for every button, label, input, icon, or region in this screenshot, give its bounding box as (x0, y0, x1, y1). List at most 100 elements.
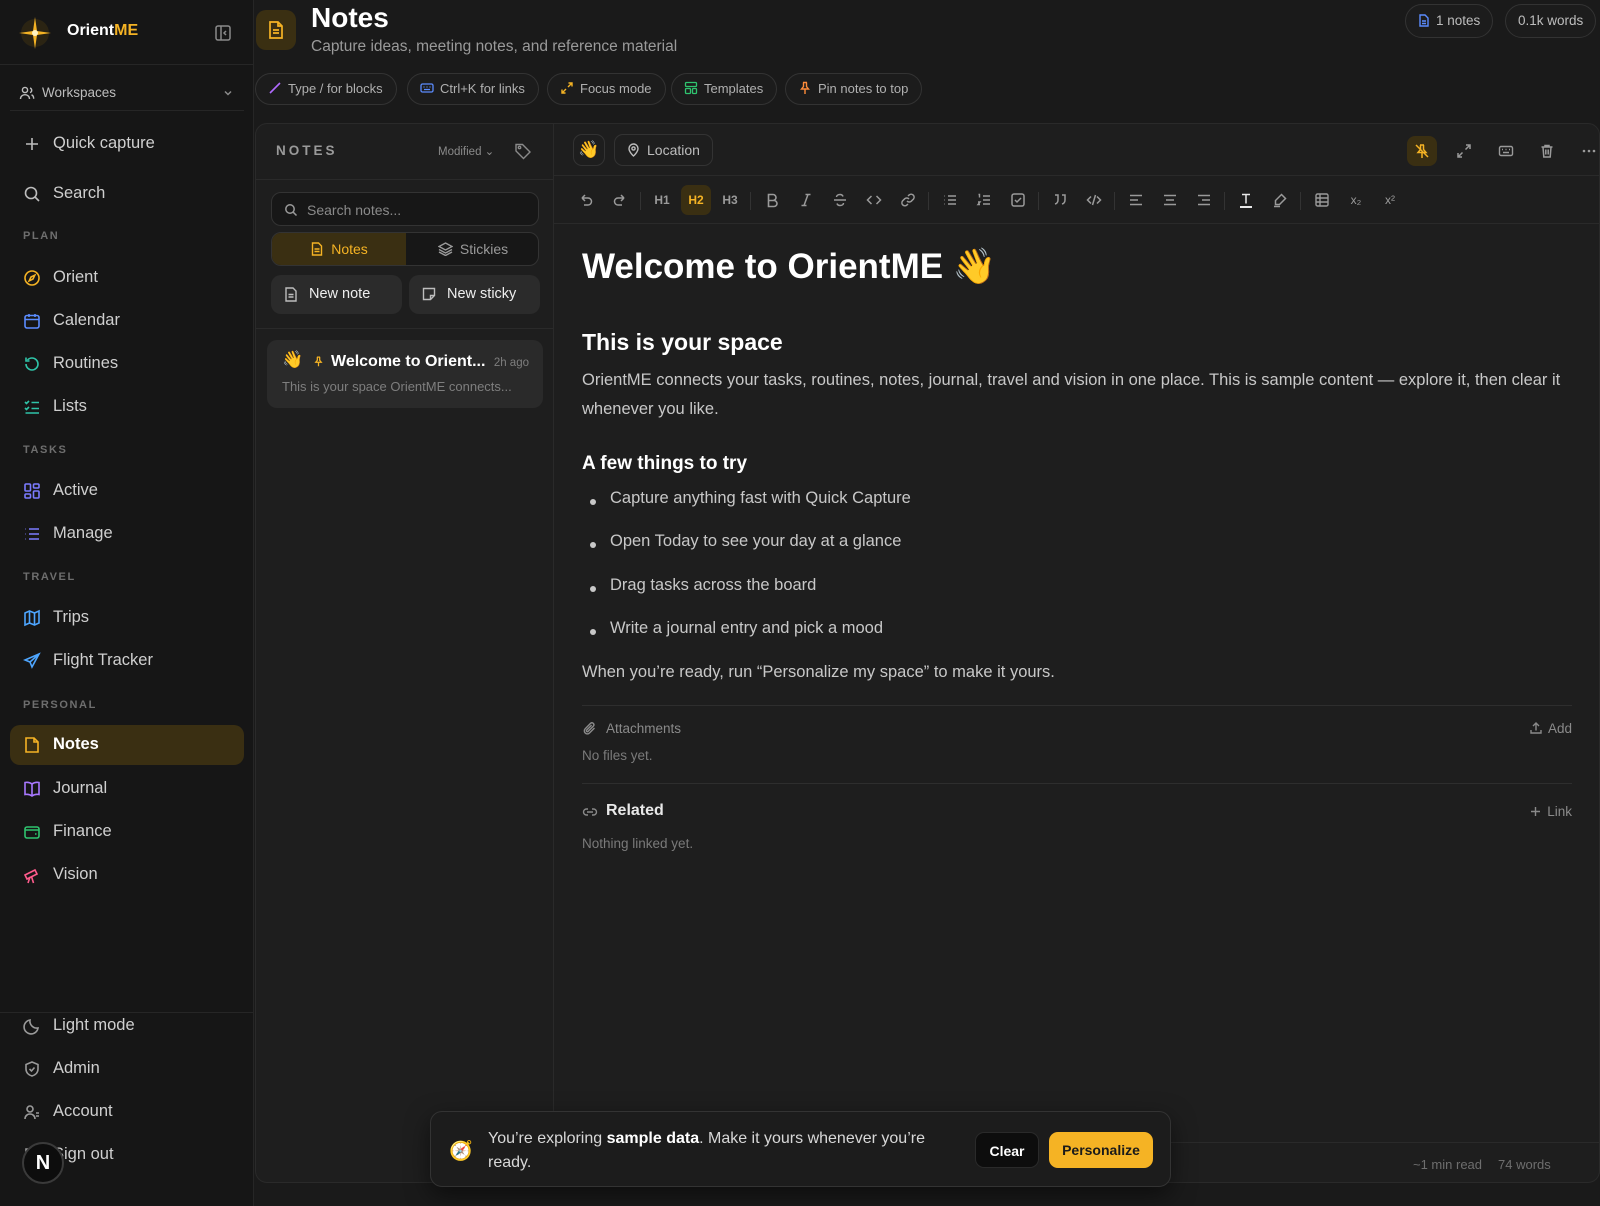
link-button[interactable] (893, 185, 923, 215)
table-button[interactable] (1307, 185, 1337, 215)
bullet-list-button[interactable] (935, 185, 965, 215)
compass-icon: 🧭 (449, 1141, 473, 1162)
add-attachment-button[interactable]: Add (1529, 721, 1572, 736)
sidebar-item-finance[interactable]: Finance (10, 812, 244, 852)
tip-pin-notes[interactable]: Pin notes to top (785, 73, 923, 105)
bold-button[interactable] (757, 185, 787, 215)
toolbar-separator (1224, 192, 1225, 210)
book-icon (24, 781, 40, 797)
section-label-personal: PERSONAL (23, 699, 97, 711)
quote-icon (1054, 194, 1066, 205)
sidebar-item-flight-tracker[interactable]: Flight Tracker (10, 641, 244, 681)
inline-code-button[interactable] (859, 185, 889, 215)
collapse-sidebar-icon[interactable] (213, 23, 233, 43)
code-icon (866, 195, 882, 205)
personalize-button[interactable]: Personalize (1049, 1132, 1153, 1168)
sidebar-item-calendar[interactable]: Calendar (10, 301, 244, 341)
tab-notes[interactable]: Notes (272, 233, 406, 265)
chevron-down-icon: ⌄ (484, 146, 495, 158)
subscript-button[interactable]: x₂ (1341, 185, 1371, 215)
code-block-button[interactable] (1079, 185, 1109, 215)
nav-label: Journal (53, 779, 108, 797)
italic-button[interactable] (791, 185, 821, 215)
location-button[interactable]: Location (614, 134, 713, 166)
tip-focus-mode[interactable]: Focus mode (547, 73, 666, 105)
sidebar-item-vision[interactable]: Vision (10, 855, 244, 895)
sidebar-item-manage[interactable]: Manage (10, 514, 244, 554)
align-left-button[interactable] (1121, 185, 1151, 215)
search-button[interactable]: Search (10, 174, 244, 214)
notes-count-pill: 1 notes (1405, 4, 1494, 38)
more-horizontal-icon (1582, 149, 1596, 153)
shield-icon (25, 1061, 39, 1077)
clear-sample-button[interactable]: Clear (975, 1132, 1039, 1168)
link-icon (582, 808, 598, 816)
sidebar-item-journal[interactable]: Journal (10, 769, 244, 809)
superscript-button[interactable]: x² (1375, 185, 1405, 215)
tab-label: Stickies (459, 241, 509, 257)
dev-badge[interactable]: N (22, 1142, 64, 1184)
sidebar-item-active[interactable]: Active (10, 471, 244, 511)
emoji-picker-button[interactable]: 👋 (573, 134, 605, 166)
text-color-icon (1240, 193, 1252, 208)
redo-button[interactable] (605, 185, 635, 215)
workspace-select[interactable]: Workspaces (10, 75, 244, 111)
sidebar-item-orient[interactable]: Orient (10, 258, 244, 298)
note-snippet: This is your space OrientME connects... (282, 379, 512, 394)
light-mode-toggle[interactable]: Light mode (10, 1006, 244, 1046)
sidebar-item-trips[interactable]: Trips (10, 598, 244, 638)
sample-data-toast: 🧭 You’re exploring sample data. Make it … (430, 1111, 1171, 1187)
tip-templates[interactable]: Templates (671, 73, 778, 105)
quick-capture-button[interactable]: Quick capture (10, 124, 244, 164)
tip-ctrl-k[interactable]: Ctrl+K for links (407, 73, 539, 105)
sidebar-item-account[interactable]: Account (10, 1092, 244, 1132)
add-link-button[interactable]: Link (1529, 804, 1572, 819)
note-list-item[interactable]: 👋 Welcome to Orient... 2h ago This is yo… (267, 340, 543, 408)
keyboard-shortcuts-button[interactable] (1491, 136, 1521, 166)
heading-1-button[interactable]: H1 (647, 185, 677, 215)
quote-button[interactable] (1045, 185, 1075, 215)
delete-note-button[interactable] (1532, 136, 1562, 166)
trash-icon (1541, 144, 1553, 158)
sort-select[interactable]: Modified ⌄ (438, 144, 494, 158)
sidebar-item-routines[interactable]: Routines (10, 344, 244, 384)
undo-button[interactable] (571, 185, 601, 215)
unpin-button[interactable] (1407, 136, 1437, 166)
upload-icon (1530, 722, 1542, 734)
tip-type-blocks[interactable]: Type / for blocks (255, 73, 397, 105)
notes-search-field[interactable] (271, 192, 539, 226)
sidebar-item-admin[interactable]: Admin (10, 1049, 244, 1089)
telescope-icon (23, 868, 39, 884)
undo-icon (581, 194, 593, 206)
checklist-button[interactable] (1003, 185, 1033, 215)
heading-3-button[interactable]: H3 (715, 185, 745, 215)
new-sticky-button[interactable]: New sticky (409, 275, 540, 314)
toast-text-bold: sample data (606, 1130, 700, 1147)
heading-2-button[interactable]: H2 (681, 185, 711, 215)
new-sticky-label: New sticky (447, 286, 517, 302)
word-count: 74 words (1498, 1157, 1551, 1172)
nav-label: Finance (53, 822, 112, 840)
more-options-button[interactable] (1574, 136, 1599, 166)
sidebar-item-lists[interactable]: Lists (10, 387, 244, 427)
strikethrough-button[interactable] (825, 185, 855, 215)
notes-search-input[interactable] (307, 199, 527, 221)
highlight-button[interactable] (1265, 185, 1295, 215)
logo-icon (19, 17, 51, 49)
users-icon (19, 86, 35, 100)
sidebar-item-notes[interactable]: Notes (10, 725, 244, 765)
tag-icon[interactable] (514, 142, 532, 160)
toolbar-separator (928, 192, 929, 210)
moon-icon (23, 1019, 39, 1035)
align-center-button[interactable] (1155, 185, 1185, 215)
focus-mode-button[interactable] (1449, 136, 1479, 166)
layers-icon (437, 242, 453, 256)
align-right-button[interactable] (1189, 185, 1219, 215)
table-icon (1315, 193, 1329, 207)
words-count: 0.1k words (1518, 13, 1584, 28)
nav-label: Lists (53, 397, 87, 415)
text-color-button[interactable] (1231, 185, 1261, 215)
new-note-button[interactable]: New note (271, 275, 402, 314)
tab-stickies[interactable]: Stickies (406, 233, 538, 265)
numbered-list-button[interactable] (969, 185, 999, 215)
